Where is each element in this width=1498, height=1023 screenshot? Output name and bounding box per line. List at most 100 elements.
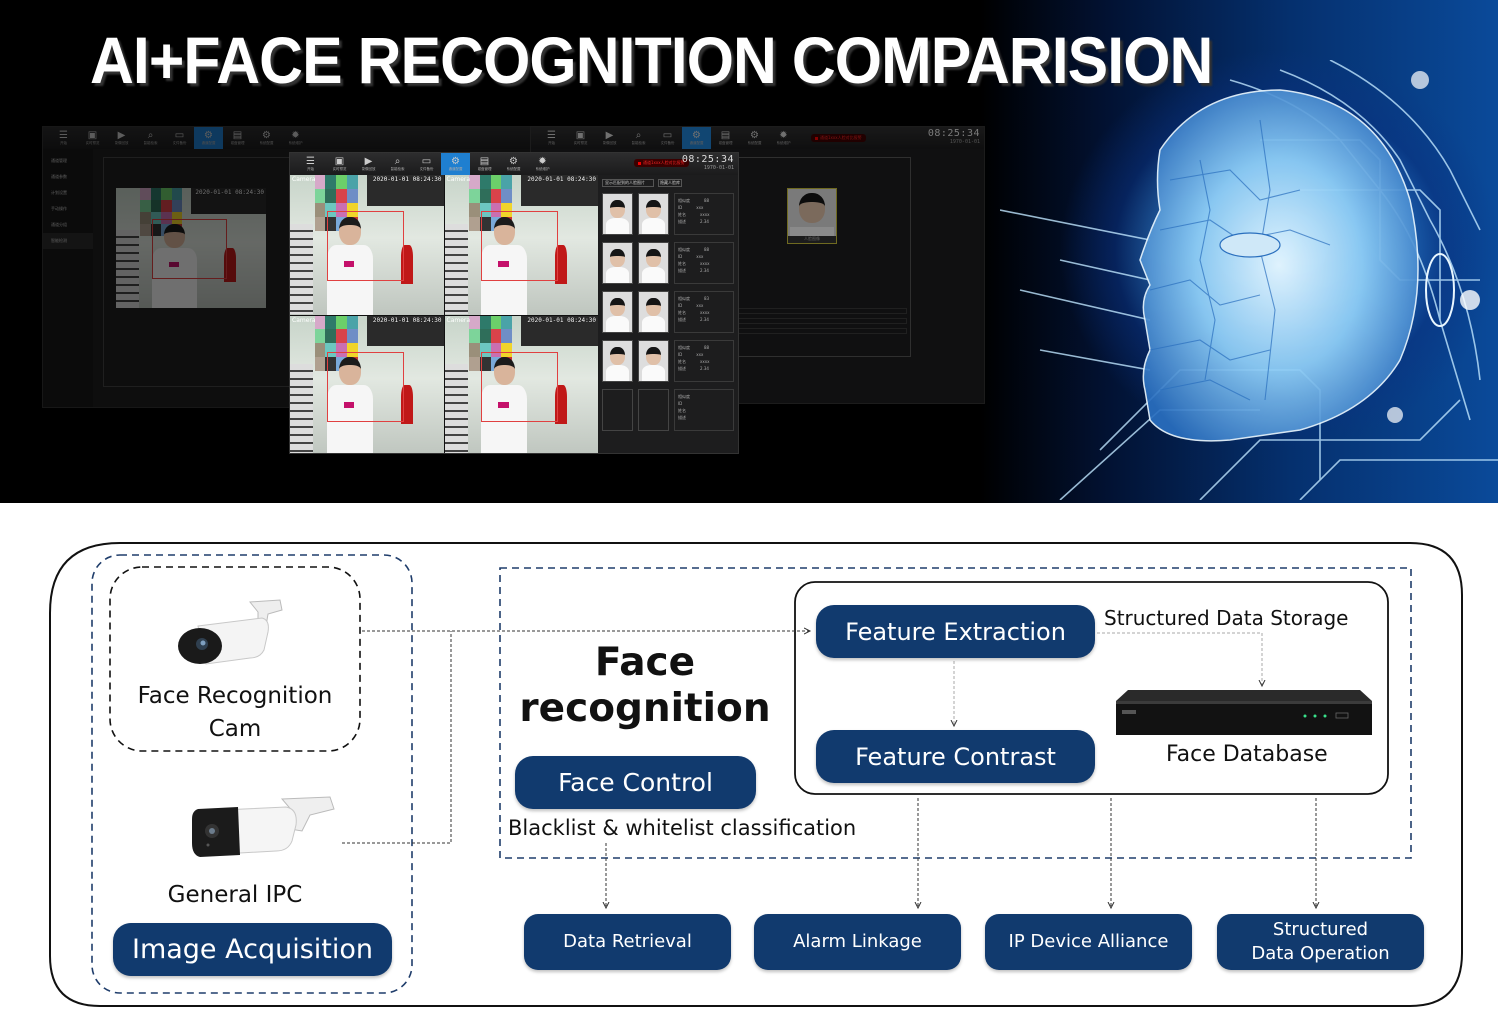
library-face-thumbnail [638, 340, 669, 382]
match-row[interactable]: 相似度 ID 姓名 描述 [602, 389, 734, 431]
match-row[interactable]: 相似度 88 ID xxx 姓名 xxxx 描述 2.34 [602, 340, 734, 382]
alarm-status: 通道1xxx人脸对比报警 [634, 159, 689, 167]
toolbar-item-label: 智能检索 [143, 141, 158, 145]
match-row[interactable]: 相似度 88 ID xxx 姓名 xxxx 描述 2.34 [602, 242, 734, 284]
live-view-icon: ▣ [575, 130, 586, 141]
toolbar-item-disk[interactable]: ▤ 磁盘管理 [470, 153, 499, 175]
camera-label: Camera [446, 316, 471, 324]
detection-box [326, 211, 404, 282]
feature-contrast-button[interactable]: Feature Contrast [816, 730, 1095, 783]
side-menu-item[interactable]: 手动操作 [43, 201, 93, 217]
face-library-photo[interactable]: 人脸图像 [787, 188, 837, 244]
image-acquisition-button[interactable]: Image Acquisition [113, 923, 392, 976]
channel-config-icon: ⚙ [451, 156, 460, 167]
face-database-label: Face Database [1166, 742, 1328, 767]
output-module-button[interactable]: IP Device Alliance [985, 914, 1192, 970]
match-row[interactable]: 相似度 83 ID xxx 姓名 xxxx 描述 2.34 [602, 291, 734, 333]
toolbar-item-folder[interactable]: ▭ 文件备份 [412, 153, 441, 175]
toolbar-item-folder[interactable]: ▭ 文件备份 [165, 127, 194, 149]
match-results-panel: 显示匹配到的人脸图片 隐藏人脸库 相似度 88 ID xxx 姓名 xxxx 描述 2.34 相… [598, 175, 738, 453]
toolbar-item-search[interactable]: ⌕ 智能检索 [136, 127, 165, 149]
side-menu-item[interactable]: 通道管理 [43, 153, 93, 169]
toolbar-item-label: 录像回放 [602, 141, 617, 145]
disk-icon: ▤ [232, 130, 243, 141]
toolbar-item-live-view[interactable]: ▣ 实时预览 [566, 127, 595, 149]
toolbar-item-label: 文件备份 [419, 167, 434, 171]
camera-label: Camera [446, 176, 471, 183]
detection-box [326, 351, 404, 422]
output-module-label: Structured [1272, 919, 1369, 940]
side-menu-item[interactable]: 智能检测 [43, 233, 93, 249]
system-config-icon: ⚙ [509, 156, 518, 167]
captured-face-thumbnail [602, 242, 633, 284]
toolbar-item-playback[interactable]: ▶ 录像回放 [354, 153, 383, 175]
toolbar-item-system-config[interactable]: ⚙ 系统配置 [740, 127, 769, 149]
toolbar-item-system-config[interactable]: ⚙ 系统配置 [499, 153, 528, 175]
output-module-button[interactable]: Alarm Linkage [754, 914, 961, 970]
output-module-label: Alarm Linkage [793, 931, 922, 952]
output-module-button[interactable]: Data Retrieval [524, 914, 731, 970]
camera-view[interactable]: Camera 2020-01-01 08:24:30 [444, 175, 598, 315]
toolbar-item-menu[interactable]: ☰ 开始 [537, 127, 566, 149]
system-config-icon: ⚙ [262, 130, 271, 141]
banner-title: AI+FACE RECOGNITION COMPARISION [90, 23, 1213, 97]
toolbar-item-disk[interactable]: ▤ 磁盘管理 [223, 127, 252, 149]
toolbar-item-live-view[interactable]: ▣ 实时预览 [78, 127, 107, 149]
side-menu-item[interactable]: 通道分组 [43, 217, 93, 233]
toolbar-item-label: 文件备份 [172, 141, 187, 145]
toolbar-item-channel-config[interactable]: ⚙ 通道配置 [441, 153, 470, 175]
library-face-thumbnail [638, 242, 669, 284]
match-info: 相似度 83 ID xxx 姓名 xxxx 描述 2.34 [674, 291, 734, 333]
toolbar-item-label: 录像回放 [114, 141, 129, 145]
toolbar-item-menu[interactable]: ☰ 开始 [49, 127, 78, 149]
match-field-label: 相似度 [678, 296, 690, 301]
camera-label: Camera [292, 176, 316, 183]
match-field-label: 描述 [678, 268, 686, 273]
clock: 08:25:34 1970-01-01 [927, 128, 980, 146]
library-face-thumbnail [638, 193, 669, 235]
face-recognition-cam-label: Face Recognition Cam [137, 683, 333, 742]
match-field-value: 88 [704, 345, 710, 350]
match-filter-select[interactable]: 显示匹配到的人脸图片 [602, 179, 654, 187]
camera-label: Camera [292, 316, 316, 324]
match-field-label: 姓名 [678, 261, 686, 266]
match-field-value: 83 [704, 296, 710, 301]
hide-library-button[interactable]: 隐藏人脸库 [658, 179, 682, 187]
toolbar-item-playback[interactable]: ▶ 录像回放 [107, 127, 136, 149]
toolbar-item-maintenance[interactable]: ✹ 系统维护 [528, 153, 557, 175]
output-module-button[interactable]: Structured Data Operation [1217, 914, 1424, 970]
toolbar: ☰ 开始 ▣ 实时预览 ▶ 录像回放 ⌕ 智能检索 ▭ 文件备份 ⚙ 通道配置 ▤ 磁盘管理 ⚙ 系统配置 ✹ 系… [531, 127, 984, 149]
camera-view[interactable]: Camera 2020-01-01 08:24:30 [290, 315, 444, 453]
toolbar-item-maintenance[interactable]: ✹ 系统维护 [769, 127, 798, 149]
toolbar-item-folder[interactable]: ▭ 文件备份 [653, 127, 682, 149]
playback-icon: ▶ [117, 130, 126, 141]
toolbar-item-label: 通道配置 [689, 141, 704, 145]
feature-extraction-button[interactable]: Feature Extraction [816, 605, 1095, 658]
toolbar-item-search[interactable]: ⌕ 智能检索 [624, 127, 653, 149]
toolbar-item-label: 系统配置 [747, 141, 762, 145]
toolbar-item-playback[interactable]: ▶ 录像回放 [595, 127, 624, 149]
face-control-button[interactable]: Face Control [515, 756, 756, 809]
side-menu-item[interactable]: 计划设置 [43, 185, 93, 201]
toolbar-item-menu[interactable]: ☰ 开始 [296, 153, 325, 175]
toolbar-item-channel-config[interactable]: ⚙ 通道配置 [194, 127, 223, 149]
toolbar-item-channel-config[interactable]: ⚙ 通道配置 [682, 127, 711, 149]
toolbar-item-live-view[interactable]: ▣ 实时预览 [325, 153, 354, 175]
camera-view[interactable]: Camera 2020-01-01 08:24:30 [444, 315, 598, 453]
match-row[interactable]: 相似度 88 ID xxx 姓名 xxxx 描述 2.34 [602, 193, 734, 235]
maintenance-icon: ✹ [779, 130, 788, 141]
side-menu-item[interactable]: 通道参数 [43, 169, 93, 185]
match-field-label: 描述 [678, 415, 686, 420]
digital-face-illustration [1000, 60, 1498, 500]
playback-icon: ▶ [364, 156, 373, 167]
toolbar-item-maintenance[interactable]: ✹ 系统维护 [281, 127, 310, 149]
toolbar-item-disk[interactable]: ▤ 磁盘管理 [711, 127, 740, 149]
camera-view[interactable]: Camera 2020-01-01 08:24:30 [290, 175, 444, 315]
match-field-label: 相似度 [678, 198, 690, 203]
toolbar-item-search[interactable]: ⌕ 智能检索 [383, 153, 412, 175]
toolbar-item-system-config[interactable]: ⚙ 系统配置 [252, 127, 281, 149]
clock: 08:25:34 1970-01-01 [682, 155, 734, 172]
search-icon: ⌕ [147, 130, 154, 141]
toolbar-item-label: 开始 [548, 141, 555, 145]
menu-icon: ☰ [547, 130, 556, 141]
